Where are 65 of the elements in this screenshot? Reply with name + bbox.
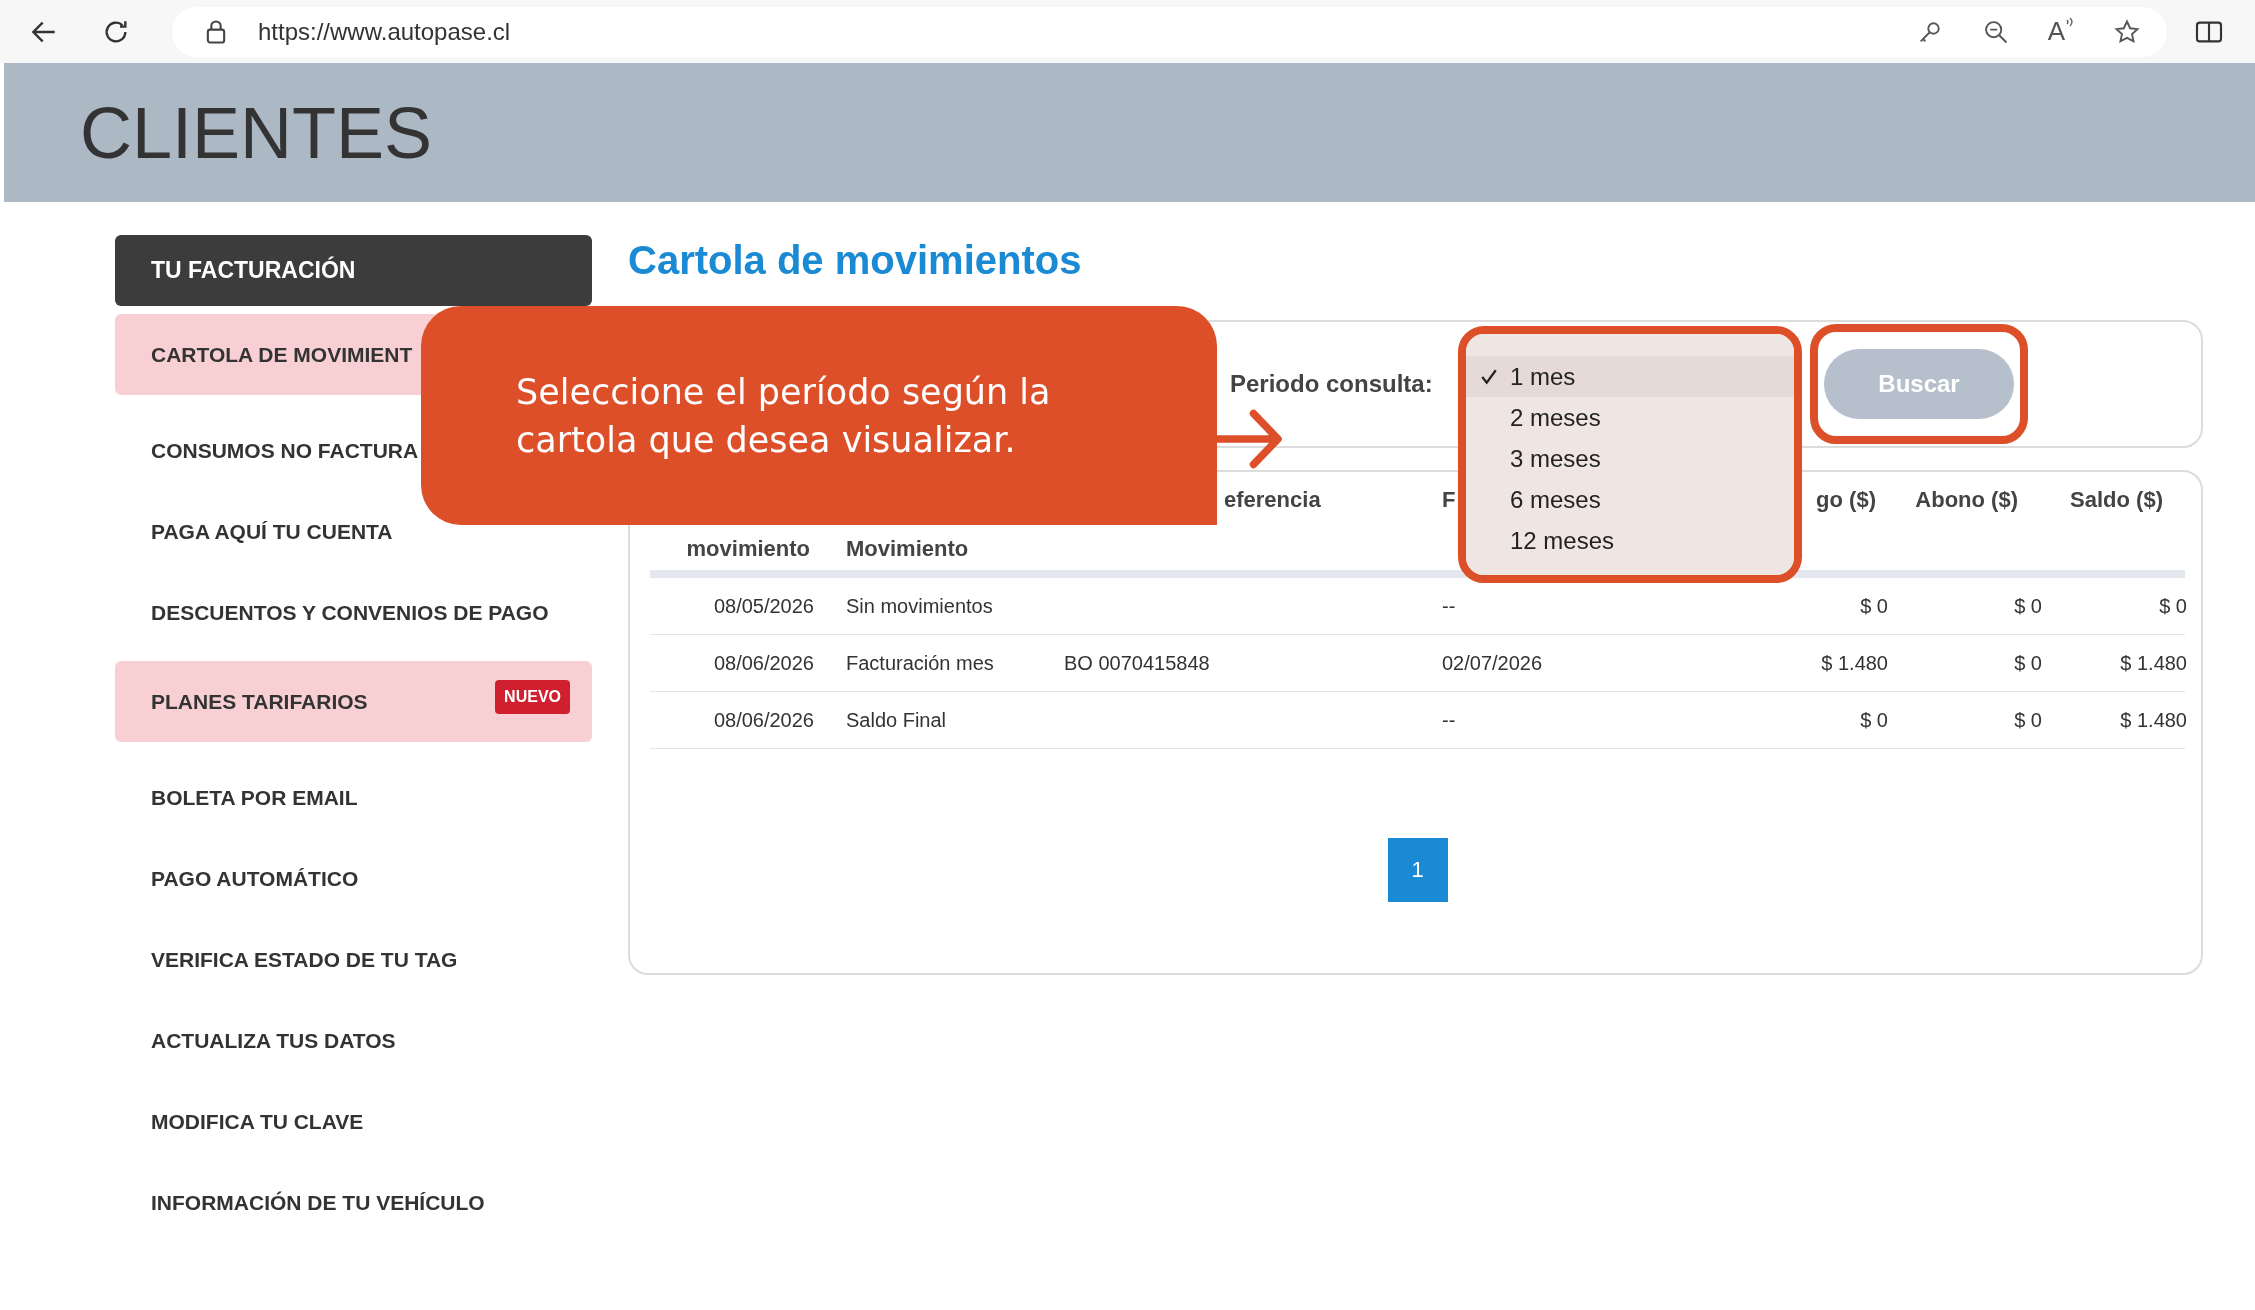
sidebar-item-label: INFORMACIÓN DE TU VEHÍCULO [151, 1190, 485, 1215]
sidebar-item-label: DESCUENTOS Y CONVENIOS DE PAGO [151, 600, 549, 625]
table-cell-text: 02/07/2026 [1441, 651, 1544, 675]
sidebar-item-label: PLANES TARIFARIOS [151, 689, 368, 714]
table-cell-text: Sin movimientos [845, 594, 994, 618]
sidebar-item[interactable]: PAGA AQUÍ TU CUENTA [115, 491, 592, 572]
table-cell-text: Saldo Final [845, 708, 948, 732]
table-cell-text: -- [1441, 708, 1457, 732]
option-label: 3 meses [1510, 444, 1601, 473]
url-text: https://www.autopase.cl [258, 17, 511, 46]
sidebar-item-label: VERIFICA ESTADO DE TU TAG [151, 947, 458, 972]
table-cell-text: $ 0 [1859, 708, 1888, 732]
page-button[interactable]: 1 [1387, 838, 1448, 902]
sidebar-item[interactable]: INFORMACIÓN DE TU VEHÍCULO [115, 1162, 592, 1243]
period-label: Periodo consulta: [1230, 370, 1433, 398]
column-header: Abono ($) [1914, 486, 2019, 514]
table-cell-text: $ 0 [2013, 708, 2042, 732]
sidebar-item-label: PAGO AUTOMÁTICO [151, 866, 359, 891]
option-label: 1 mes [1510, 362, 1576, 391]
table-cell-text: Facturación mes [845, 651, 995, 675]
sidebar-item-label: PAGA AQUÍ TU CUENTA [151, 519, 393, 544]
option-label: 2 meses [1510, 403, 1601, 432]
dropdown-option[interactable]: 3 meses [1466, 438, 1794, 479]
sidebar-item[interactable]: VERIFICA ESTADO DE TU TAG [115, 919, 592, 1000]
sidebar-item[interactable]: PLANES TARIFARIOS NUEVO [115, 661, 592, 742]
page-header-title: CLIENTES [80, 91, 433, 174]
column-header: eferencia [1223, 486, 1321, 514]
sidebar-item[interactable]: BOLETA POR EMAIL [115, 757, 592, 838]
sidebar-item[interactable]: ACTUALIZA TUS DATOS [115, 1000, 592, 1081]
sidebar-item[interactable]: PAGO AUTOMÁTICO [115, 838, 592, 919]
table-cell-text: $ 0 [2158, 594, 2187, 618]
table-cell-text: $ 1.480 [2119, 651, 2187, 675]
new-badge: NUEVO [495, 679, 570, 714]
sidebar-item[interactable]: DESCUENTOS Y CONVENIOS DE PAGO [115, 572, 592, 653]
sidebar-item[interactable]: MODIFICA TU CLAVE [115, 1081, 592, 1162]
sidebar-heading: TU FACTURACIÓN [115, 235, 592, 306]
table-cell-text: 08/05/2026 [712, 594, 815, 618]
sidebar-item-label: MODIFICA TU CLAVE [151, 1109, 364, 1134]
address-bar[interactable]: https://www.autopase.cl A [172, 6, 2167, 57]
table-cell-text: $ 1.480 [1820, 651, 1888, 675]
table-cell-text: $ 0 [2013, 594, 2042, 618]
sidebar-item-label: ACTUALIZA TUS DATOS [151, 1028, 396, 1053]
sidebar-item-label: BOLETA POR EMAIL [151, 785, 358, 810]
section-title: Cartola de movimientos [628, 237, 1083, 284]
sidebar-item-label: CARTOLA DE MOVIMIENT [151, 342, 413, 367]
table-cell-text: 08/06/2026 [712, 651, 815, 675]
star-icon[interactable] [2113, 17, 2141, 46]
column-header: go ($) [1816, 486, 1876, 514]
dropdown-option[interactable]: 12 meses [1466, 520, 1794, 561]
dropdown-option[interactable]: 1 mes [1466, 356, 1794, 397]
dropdown-option[interactable]: 2 meses [1466, 397, 1794, 438]
table-cell-text: -- [1441, 594, 1457, 618]
table-cell-text: $ 0 [1859, 594, 1888, 618]
option-label: 6 meses [1510, 485, 1601, 514]
column-header: Saldo ($) [2069, 486, 2164, 514]
column-header: movimiento [685, 535, 811, 563]
checkmark-icon [1480, 367, 1498, 386]
column-header: Movimiento [845, 535, 970, 563]
table-cell-text: 08/06/2026 [712, 708, 815, 732]
option-label: 12 meses [1510, 526, 1615, 555]
dropdown-option[interactable]: 6 meses [1466, 479, 1794, 520]
table-cell-text: $ 0 [2013, 651, 2042, 675]
table-cell-text: $ 1.480 [2119, 708, 2187, 732]
column-header: F [1441, 486, 1456, 514]
table-cell-text: BO 0070415848 [1063, 651, 1211, 675]
